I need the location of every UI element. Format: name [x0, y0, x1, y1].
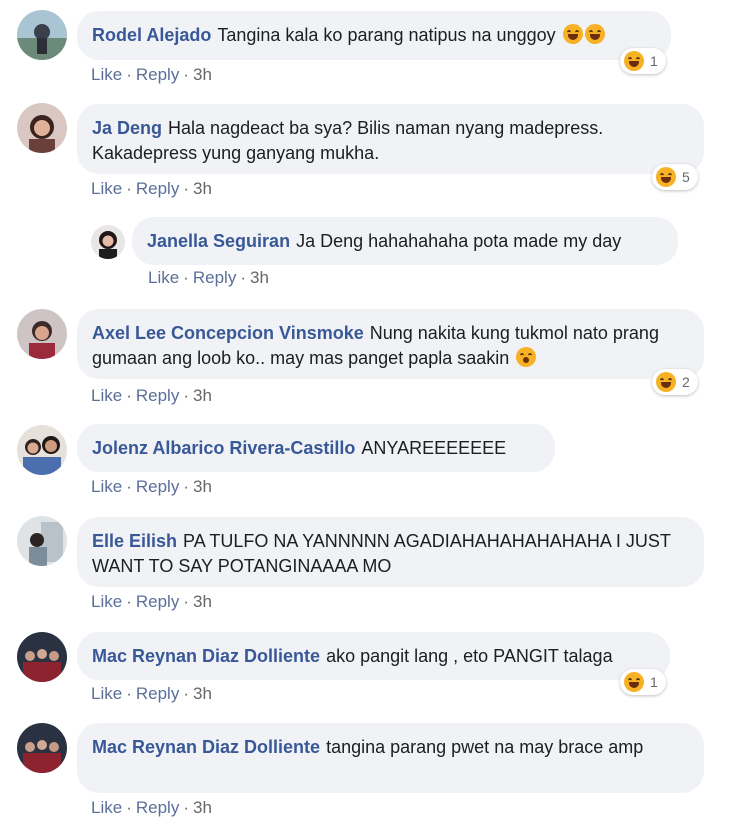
- reaction-count-badge[interactable]: 5: [652, 164, 698, 190]
- haha-emoji-icon: [656, 167, 676, 187]
- haha-emoji-icon: [624, 672, 644, 692]
- haha-emoji-icon: [656, 372, 676, 392]
- haha-emoji-icon: [624, 51, 644, 71]
- comment-author[interactable]: Janella Seguiran: [147, 231, 290, 251]
- timestamp[interactable]: 3h: [193, 477, 212, 496]
- comment-text: ANYAREEEEEEE: [361, 438, 507, 458]
- comment-actions: Like · Reply · 3h: [91, 592, 212, 612]
- like-link[interactable]: Like: [91, 477, 122, 496]
- separator: ·: [183, 477, 189, 496]
- comment-actions: Like · Reply · 3h: [91, 798, 212, 818]
- separator: ·: [126, 386, 132, 405]
- comment-text: Hala nagdeact ba sya? Bilis naman nyang …: [92, 118, 604, 163]
- avatar[interactable]: [17, 425, 67, 475]
- separator: ·: [183, 592, 189, 611]
- comment-bubble: Jolenz Albarico Rivera-Castillo ANYAREEEE…: [77, 424, 555, 472]
- reaction-count: 1: [650, 53, 658, 69]
- like-link[interactable]: Like: [91, 798, 122, 817]
- comment-actions: Like · Reply · 3h: [91, 477, 212, 497]
- comment-bubble: Axel Lee Concepcion Vinsmoke Nung nakita …: [77, 309, 704, 379]
- comment-bubble: Mac Reynan Diaz Dolliente tangina parang …: [77, 723, 704, 793]
- separator: ·: [183, 65, 189, 84]
- separator: ·: [126, 592, 132, 611]
- comment-actions: Like · Reply · 3h: [91, 65, 212, 85]
- avatar[interactable]: [17, 723, 67, 773]
- reaction-count-badge[interactable]: 1: [620, 669, 666, 695]
- comment-actions: Like · Reply · 3h: [148, 268, 269, 288]
- separator: ·: [183, 684, 189, 703]
- comment-text: tangina parang pwet na may brace amp: [326, 737, 644, 757]
- comment-text: Ja Deng hahahahaha pota made my day: [296, 231, 622, 251]
- timestamp[interactable]: 3h: [193, 65, 212, 84]
- separator: ·: [126, 65, 132, 84]
- separator: ·: [126, 179, 132, 198]
- reaction-count: 5: [682, 169, 690, 185]
- comment-author[interactable]: Ja Deng: [92, 118, 162, 138]
- comment-author[interactable]: Elle Eilish: [92, 531, 177, 551]
- avatar[interactable]: [17, 309, 67, 359]
- timestamp[interactable]: 3h: [250, 268, 269, 287]
- comment-text: ako pangit lang , eto PANGIT talaga: [326, 646, 613, 666]
- comment-text: PA TULFO NA YANNNNN AGADIAHAHAHAHAHAHA I…: [92, 531, 671, 576]
- comment-author[interactable]: Jolenz Albarico Rivera-Castillo: [92, 438, 355, 458]
- separator: ·: [183, 268, 189, 287]
- comment-bubble: Mac Reynan Diaz Dolliente ako pangit lang…: [77, 632, 670, 680]
- avatar[interactable]: [17, 516, 67, 566]
- avatar[interactable]: [17, 632, 67, 682]
- separator: ·: [183, 386, 189, 405]
- reply-link[interactable]: Reply: [136, 179, 179, 198]
- comment-author[interactable]: Rodel Alejado: [92, 25, 211, 45]
- reply-link[interactable]: Reply: [136, 592, 179, 611]
- separator: ·: [126, 477, 132, 496]
- reaction-count-badge[interactable]: 1: [620, 48, 666, 74]
- separator: ·: [126, 684, 132, 703]
- timestamp[interactable]: 3h: [193, 386, 212, 405]
- separator: ·: [183, 179, 189, 198]
- shocked-emoji-icon: [516, 347, 537, 367]
- tears-of-joy-emoji-icon: [584, 24, 605, 44]
- reaction-count: 2: [682, 374, 690, 390]
- timestamp[interactable]: 3h: [193, 684, 212, 703]
- timestamp[interactable]: 3h: [193, 179, 212, 198]
- comment-bubble: Elle Eilish PA TULFO NA YANNNNN AGADIAHAH…: [77, 517, 704, 587]
- reply-link[interactable]: Reply: [193, 268, 236, 287]
- comment-bubble: Rodel Alejado Tangina kala ko parang nati…: [77, 11, 671, 60]
- comment-text: Tangina kala ko parang natipus na unggoy: [217, 25, 556, 45]
- separator: ·: [183, 798, 189, 817]
- comment-author[interactable]: Axel Lee Concepcion Vinsmoke: [92, 323, 364, 343]
- comment-actions: Like · Reply · 3h: [91, 386, 212, 406]
- reply-link[interactable]: Reply: [136, 386, 179, 405]
- avatar[interactable]: [17, 10, 67, 60]
- comment-bubble: Janella Seguiran Ja Deng hahahahaha pota …: [132, 217, 678, 265]
- reply-link[interactable]: Reply: [136, 65, 179, 84]
- reply-link[interactable]: Reply: [136, 477, 179, 496]
- timestamp[interactable]: 3h: [193, 798, 212, 817]
- tears-of-joy-emoji-icon: [562, 24, 583, 44]
- like-link[interactable]: Like: [91, 592, 122, 611]
- like-link[interactable]: Like: [91, 179, 122, 198]
- comment-author[interactable]: Mac Reynan Diaz Dolliente: [92, 646, 320, 666]
- like-link[interactable]: Like: [148, 268, 179, 287]
- timestamp[interactable]: 3h: [193, 592, 212, 611]
- reaction-count-badge[interactable]: 2: [652, 369, 698, 395]
- avatar[interactable]: [91, 225, 125, 259]
- like-link[interactable]: Like: [91, 684, 122, 703]
- comment-author[interactable]: Mac Reynan Diaz Dolliente: [92, 737, 320, 757]
- reply-link[interactable]: Reply: [136, 684, 179, 703]
- separator: ·: [126, 798, 132, 817]
- reaction-count: 1: [650, 674, 658, 690]
- comment-actions: Like · Reply · 3h: [91, 179, 212, 199]
- reply-link[interactable]: Reply: [136, 798, 179, 817]
- comment-actions: Like · Reply · 3h: [91, 684, 212, 704]
- avatar[interactable]: [17, 103, 67, 153]
- separator: ·: [240, 268, 246, 287]
- comment-bubble: Ja Deng Hala nagdeact ba sya? Bilis naman…: [77, 104, 704, 174]
- like-link[interactable]: Like: [91, 386, 122, 405]
- like-link[interactable]: Like: [91, 65, 122, 84]
